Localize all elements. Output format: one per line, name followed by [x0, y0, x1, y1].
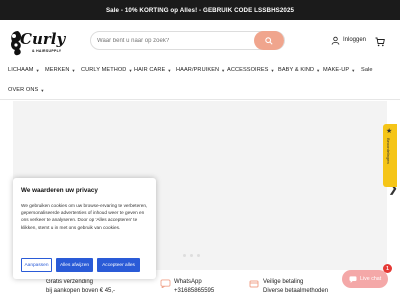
search-icon: [265, 36, 273, 45]
cookie-body: We gebruiken cookies om uw browse-ervari…: [21, 203, 148, 230]
nav-item-baby-kind[interactable]: BABY & KIND ▼: [278, 67, 320, 73]
nav-item-label: Sale: [361, 67, 373, 73]
feature-payment: Veilige betaling Diverse betaalmethoden: [263, 278, 328, 295]
chat-badge: 1: [383, 264, 392, 273]
feature-payment-title: Veilige betaling: [263, 279, 304, 285]
whatsapp-icon: [160, 279, 171, 288]
nav-item-haar-pruiken[interactable]: HAAR/PRUIKEN ▼: [176, 67, 225, 73]
slide-dot[interactable]: [197, 254, 200, 257]
nav-item-label: MAKE-UP: [323, 67, 350, 73]
feature-shipping: Gratis verzending bij aankopen boven € 4…: [46, 278, 115, 295]
cookie-consent-dialog: We waarderen uw privacy We gebruiken coo…: [13, 178, 156, 279]
search-input[interactable]: [97, 35, 255, 47]
nav-item-curly-method[interactable]: CURLY METHOD ▼: [81, 67, 133, 73]
logo[interactable]: Curly & HAIRSUPPLY: [8, 28, 68, 58]
nav-item-make-up[interactable]: MAKE-UP ▼: [323, 67, 355, 73]
nav-item-accessoires[interactable]: ACCESSOIRES ▼: [227, 67, 275, 73]
secure-payment-icon: [249, 280, 259, 288]
nav-item-lichaam[interactable]: LICHAAM ▼: [8, 67, 40, 73]
login-label: Inloggen: [343, 37, 367, 43]
nav-item-label: HAIR CARE: [134, 67, 166, 73]
slide-dot[interactable]: [183, 254, 186, 257]
chevron-down-icon: ▼: [128, 67, 133, 73]
announcement-bar: Sale - 10% KORTING op Alles! - GEBRUIK C…: [0, 0, 400, 20]
feature-whatsapp-subtitle: +31685865595: [174, 287, 215, 294]
slideshow-dots: [183, 254, 200, 257]
chevron-down-icon: ▼: [221, 67, 226, 73]
reject-all-button[interactable]: Alles afwijzen: [56, 258, 93, 272]
slide-dot[interactable]: [190, 254, 193, 257]
cookie-title: We waarderen uw privacy: [21, 187, 98, 194]
star-icon: ★: [386, 128, 393, 135]
cart-button[interactable]: [375, 34, 385, 52]
reviews-side-tab[interactable]: ★ Beoordelingen: [383, 124, 397, 187]
chevron-down-icon: ▼: [167, 67, 172, 73]
cookie-buttons: Aanpassen Alles afwijzen Accepteer alles: [21, 258, 140, 272]
chevron-down-icon: ▼: [351, 67, 356, 73]
user-icon: [331, 36, 340, 45]
main-nav: LICHAAM ▼ MERKEN ▼ CURLY METHOD ▼ HAIR CARE…: [0, 62, 400, 100]
logo-tagline: & HAIRSUPPLY: [32, 49, 62, 53]
login-link[interactable]: Inloggen: [331, 33, 366, 47]
chevron-down-icon: ▼: [270, 67, 275, 73]
reviews-tab-label: Beoordelingen: [386, 138, 391, 164]
chevron-down-icon: ▼: [35, 67, 40, 73]
customize-button[interactable]: Aanpassen: [21, 258, 52, 272]
nav-item-label: LICHAAM: [8, 67, 34, 73]
feature-payment-subtitle: Diverse betaalmethoden: [263, 287, 329, 294]
accept-all-button[interactable]: Accepteer alles: [97, 258, 140, 272]
search-button[interactable]: [254, 31, 284, 50]
nav-item-hair-care[interactable]: HAIR CARE ▼: [134, 67, 171, 73]
feature-whatsapp-title: WhatsApp: [174, 279, 202, 285]
logo-brand: Curly: [20, 30, 66, 48]
feature-whatsapp[interactable]: WhatsApp +31685865595: [174, 278, 214, 295]
search-bar: [90, 31, 285, 50]
nav-item-over-ons[interactable]: OVER ONS ▼: [8, 87, 44, 93]
chevron-down-icon: ▼: [40, 87, 45, 93]
chat-bubble-icon: [349, 275, 357, 283]
nav-item-merken[interactable]: MERKEN ▼: [45, 67, 76, 73]
feature-shipping-title: Gratis verzending: [46, 279, 94, 285]
feature-shipping-subtitle: bij aankopen boven € 45,-: [46, 287, 116, 294]
nav-item-label: ACCESSOIRES: [227, 67, 269, 73]
chevron-down-icon: ▼: [316, 67, 321, 73]
nav-item-label: BABY & KIND: [278, 67, 315, 73]
nav-item-label: OVER ONS: [8, 87, 39, 93]
live-chat-button[interactable]: Live chat: [342, 270, 388, 288]
site-header: Curly & HAIRSUPPLY Inloggen: [0, 20, 400, 62]
cart-icon: [375, 37, 385, 47]
nav-item-sale[interactable]: Sale: [361, 67, 373, 73]
chevron-down-icon: ▼: [71, 67, 76, 73]
nav-item-label: CURLY METHOD: [81, 67, 127, 73]
live-chat-label: Live chat: [360, 276, 382, 282]
nav-item-label: MERKEN: [45, 67, 70, 73]
nav-item-label: HAAR/PRUIKEN: [176, 67, 220, 73]
